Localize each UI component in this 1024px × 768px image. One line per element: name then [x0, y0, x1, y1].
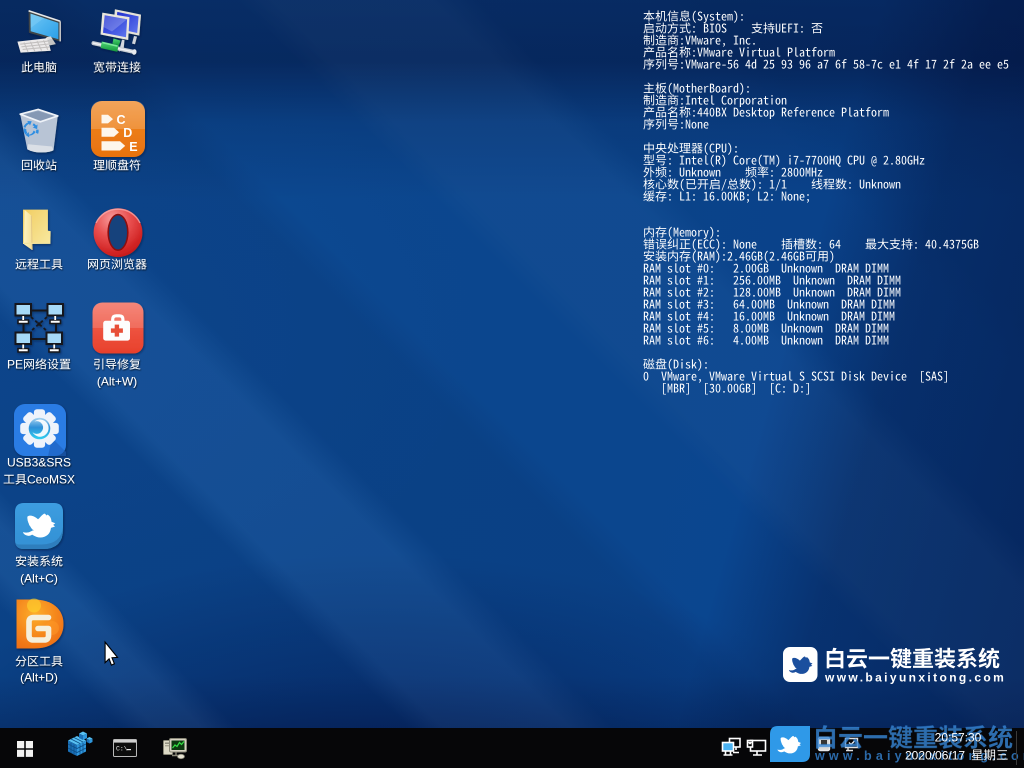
svg-text:CeoMSX: CeoMSX: [27, 473, 75, 487]
svg-text:2020/06/17: 2020/06/17: [905, 749, 965, 763]
svg-text:20:57:30: 20:57:30: [935, 731, 982, 745]
svg-text:D: D: [123, 126, 132, 140]
svg-text:(Alt+C): (Alt+C): [20, 572, 58, 586]
svg-text:(Alt+W): (Alt+W): [97, 375, 137, 389]
svg-text:E: E: [129, 140, 137, 154]
svg-text:C:\: C:\: [116, 746, 128, 753]
svg-text:(Alt+D): (Alt+D): [20, 671, 58, 685]
svg-text:C: C: [117, 113, 126, 127]
svg-text:PE: PE: [7, 358, 23, 372]
svg-text:www.baiyunxitong.com: www.baiyunxitong.com: [824, 671, 1006, 685]
svg-text:USB3&SRS: USB3&SRS: [7, 456, 71, 470]
